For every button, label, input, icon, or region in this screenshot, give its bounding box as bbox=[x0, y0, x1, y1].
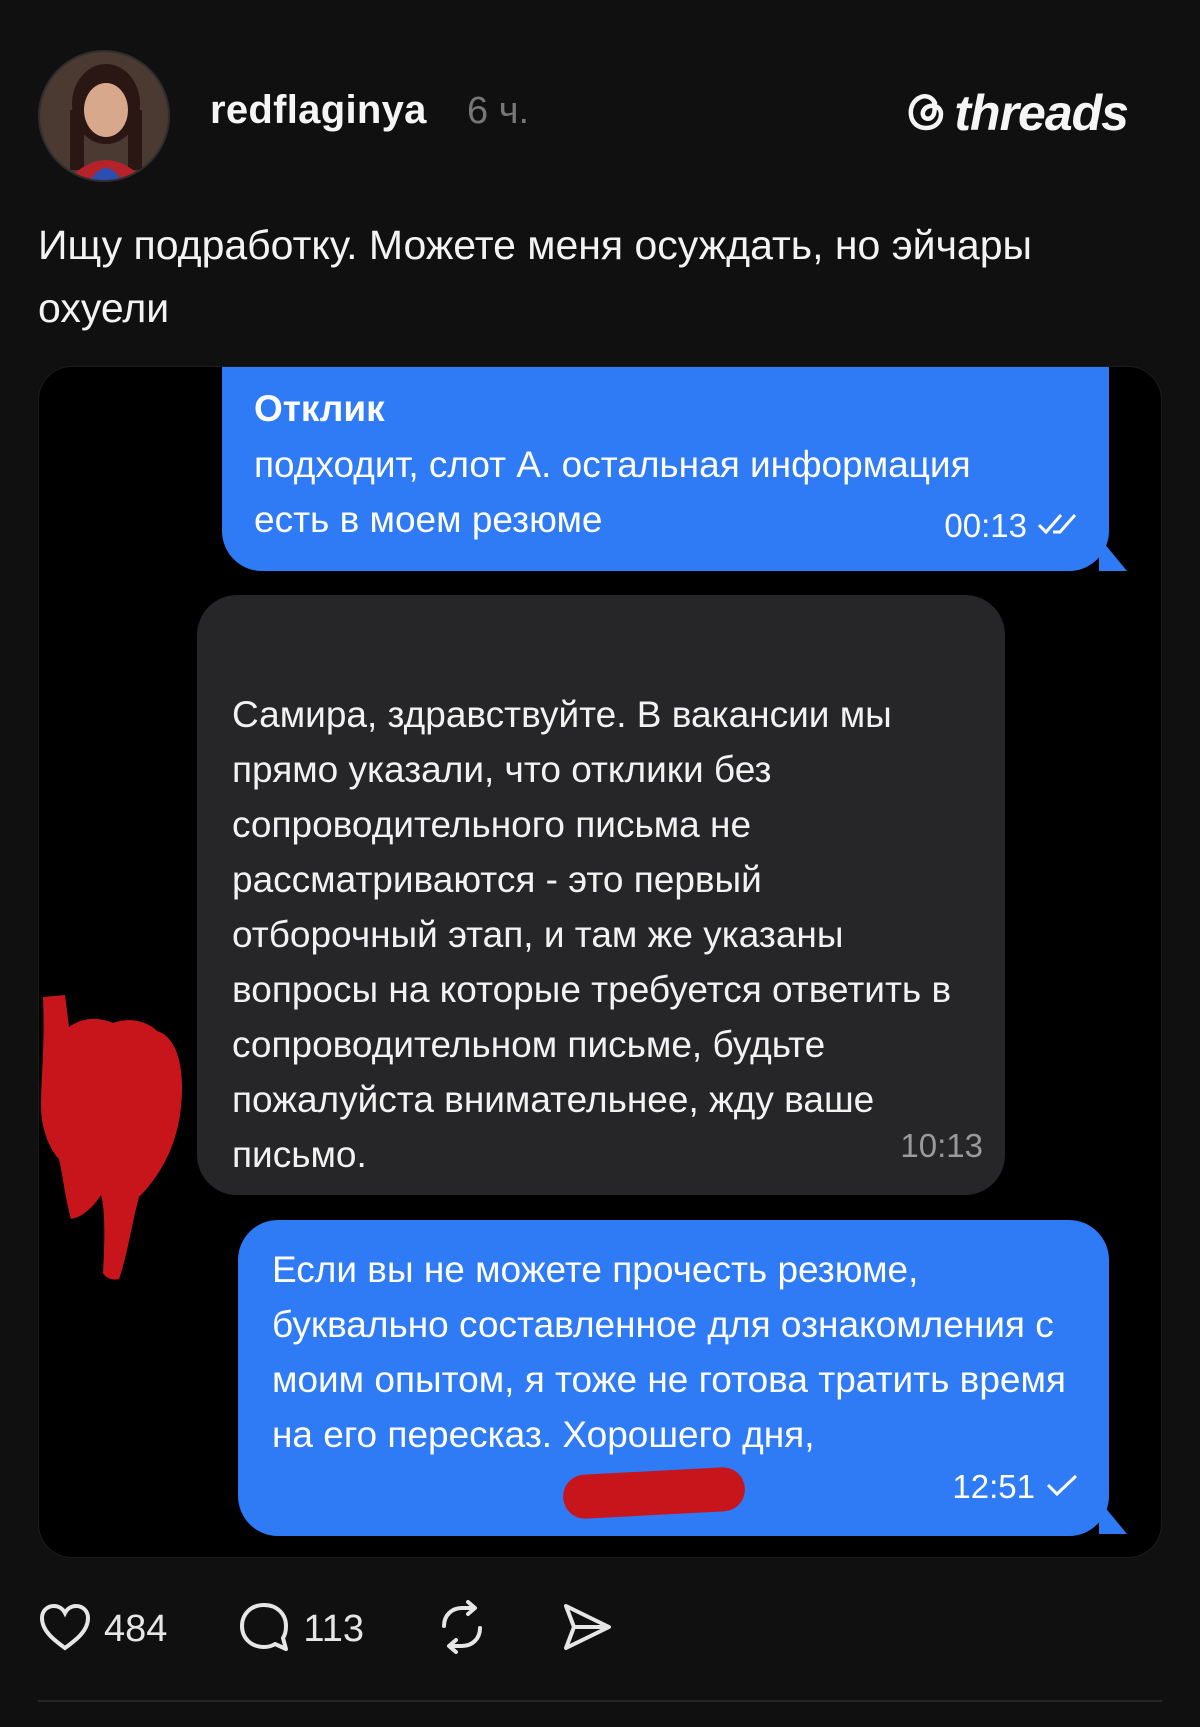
comment-button[interactable]: 113 bbox=[237, 1600, 364, 1659]
like-count: 484 bbox=[104, 1608, 168, 1650]
message-text: Если вы не можете прочесть резюме, буква… bbox=[272, 1249, 1066, 1455]
threads-logo-icon bbox=[904, 89, 948, 138]
avatar[interactable] bbox=[38, 50, 170, 182]
bubble-tail bbox=[1099, 537, 1127, 571]
bubble-tail bbox=[1099, 1500, 1127, 1534]
repost-icon[interactable] bbox=[434, 1600, 490, 1659]
avatar-photo bbox=[40, 52, 168, 180]
share-button[interactable] bbox=[560, 1600, 614, 1659]
divider bbox=[38, 1700, 1162, 1702]
username[interactable]: redflaginya bbox=[210, 88, 427, 133]
message-bubble-outgoing: Отклик подходит, слот А. остальная инфор… bbox=[222, 367, 1109, 571]
post-text: Ищу подработку. Можете меня осуждать, но… bbox=[38, 222, 1033, 331]
message-time: 00:13 bbox=[944, 507, 1027, 544]
threads-brand: threads bbox=[904, 84, 1129, 142]
message-title: Отклик bbox=[254, 388, 385, 429]
message-bubble-incoming: Самира, здравствуйте. В вакансии мы прям… bbox=[197, 595, 1005, 1195]
post-actions: 484 113 bbox=[38, 1600, 684, 1659]
heart-icon[interactable] bbox=[38, 1602, 92, 1657]
like-button[interactable]: 484 bbox=[38, 1602, 167, 1657]
message-text: подходит, слот А. остальная информация е… bbox=[254, 444, 971, 540]
share-icon[interactable] bbox=[560, 1600, 614, 1659]
post-time: 6 ч. bbox=[467, 90, 530, 132]
attached-screenshot[interactable]: Отклик подходит, слот А. остальная инфор… bbox=[38, 366, 1162, 1558]
brand-name: threads bbox=[954, 85, 1129, 141]
message-time-container: 12:51 bbox=[952, 1459, 1079, 1514]
check-icon bbox=[1045, 1459, 1079, 1514]
repost-button[interactable] bbox=[434, 1600, 490, 1659]
message-time: 10:13 bbox=[900, 1127, 983, 1164]
comment-icon[interactable] bbox=[237, 1600, 291, 1659]
redaction-scribble bbox=[41, 995, 182, 1280]
message-time-container: 00:13 bbox=[944, 498, 1079, 553]
comment-count: 113 bbox=[303, 1608, 364, 1650]
double-check-icon bbox=[1037, 498, 1079, 553]
message-text: Самира, здравствуйте. В вакансии мы прям… bbox=[232, 694, 952, 1175]
message-time-container: 10:13 bbox=[900, 1118, 983, 1173]
message-time: 12:51 bbox=[952, 1468, 1035, 1505]
